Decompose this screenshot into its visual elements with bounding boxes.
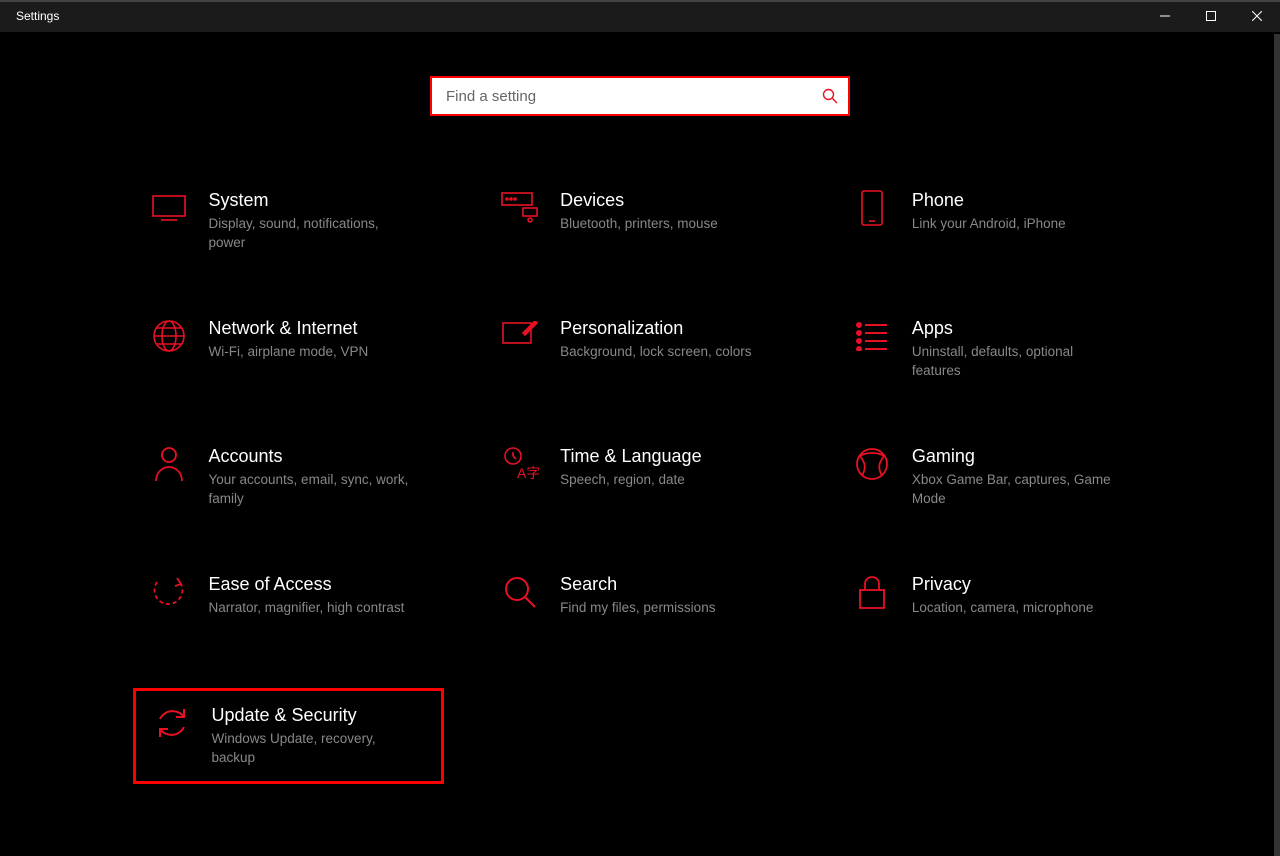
phone-icon xyxy=(848,184,896,232)
tile-title: Network & Internet xyxy=(209,318,433,339)
minimize-icon xyxy=(1160,11,1170,21)
close-button[interactable] xyxy=(1234,0,1280,32)
settings-grid: System Display, sound, notifications, po… xyxy=(133,176,1148,784)
system-icon xyxy=(145,184,193,232)
tile-title: Ease of Access xyxy=(209,574,433,595)
svg-text:A字: A字 xyxy=(517,465,539,481)
tile-desc: Wi-Fi, airplane mode, VPN xyxy=(209,343,409,362)
tile-desc: Your accounts, email, sync, work, family xyxy=(209,471,409,509)
search-input[interactable] xyxy=(432,78,812,114)
tile-title: Phone xyxy=(912,190,1136,211)
apps-icon xyxy=(848,312,896,360)
tile-desc: Speech, region, date xyxy=(560,471,760,490)
search-icon xyxy=(812,88,848,104)
tile-desc: Find my files, permissions xyxy=(560,599,760,618)
tile-desc: Background, lock screen, colors xyxy=(560,343,760,362)
tile-desc: Windows Update, recovery, backup xyxy=(212,730,412,768)
search-category-icon xyxy=(496,568,544,616)
update-icon xyxy=(148,699,196,747)
search-box[interactable] xyxy=(430,76,850,116)
tile-desc: Link your Android, iPhone xyxy=(912,215,1112,234)
tile-title: Accounts xyxy=(209,446,433,467)
tile-search[interactable]: Search Find my files, permissions xyxy=(484,560,796,656)
tile-desc: Uninstall, defaults, optional features xyxy=(912,343,1112,381)
globe-icon xyxy=(145,312,193,360)
tile-desc: Location, camera, microphone xyxy=(912,599,1112,618)
tile-personalization[interactable]: Personalization Background, lock screen,… xyxy=(484,304,796,400)
ease-of-access-icon xyxy=(145,568,193,616)
window-title: Settings xyxy=(0,9,59,23)
maximize-icon xyxy=(1206,11,1216,21)
tile-desc: Bluetooth, printers, mouse xyxy=(560,215,760,234)
tile-ease-of-access[interactable]: Ease of Access Narrator, magnifier, high… xyxy=(133,560,445,656)
tile-gaming[interactable]: Gaming Xbox Game Bar, captures, Game Mod… xyxy=(836,432,1148,528)
titlebar-topstrip xyxy=(0,0,1280,2)
tile-title: Personalization xyxy=(560,318,784,339)
tile-title: Time & Language xyxy=(560,446,784,467)
personalization-icon xyxy=(496,312,544,360)
tile-title: System xyxy=(209,190,433,211)
titlebar: Settings xyxy=(0,0,1280,32)
tile-accounts[interactable]: Accounts Your accounts, email, sync, wor… xyxy=(133,432,445,528)
gaming-icon xyxy=(848,440,896,488)
maximize-button[interactable] xyxy=(1188,0,1234,32)
tile-phone[interactable]: Phone Link your Android, iPhone xyxy=(836,176,1148,272)
accounts-icon xyxy=(145,440,193,488)
tile-desc: Display, sound, notifications, power xyxy=(209,215,409,253)
tile-apps[interactable]: Apps Uninstall, defaults, optional featu… xyxy=(836,304,1148,400)
devices-icon xyxy=(496,184,544,232)
tile-privacy[interactable]: Privacy Location, camera, microphone xyxy=(836,560,1148,656)
tile-title: Apps xyxy=(912,318,1136,339)
content-area: System Display, sound, notifications, po… xyxy=(0,32,1280,856)
scrollbar[interactable] xyxy=(1274,34,1280,856)
tile-title: Search xyxy=(560,574,784,595)
minimize-button[interactable] xyxy=(1142,0,1188,32)
tile-title: Devices xyxy=(560,190,784,211)
tile-system[interactable]: System Display, sound, notifications, po… xyxy=(133,176,445,272)
tile-devices[interactable]: Devices Bluetooth, printers, mouse xyxy=(484,176,796,272)
close-icon xyxy=(1252,11,1262,21)
tile-network[interactable]: Network & Internet Wi-Fi, airplane mode,… xyxy=(133,304,445,400)
tile-desc: Xbox Game Bar, captures, Game Mode xyxy=(912,471,1112,509)
tile-title: Privacy xyxy=(912,574,1136,595)
time-language-icon: A字 xyxy=(496,440,544,488)
tile-time-language[interactable]: A字 Time & Language Speech, region, date xyxy=(484,432,796,528)
lock-icon xyxy=(848,568,896,616)
tile-update-security[interactable]: Update & Security Windows Update, recove… xyxy=(133,688,445,784)
tile-title: Gaming xyxy=(912,446,1136,467)
tile-title: Update & Security xyxy=(212,705,430,726)
tile-desc: Narrator, magnifier, high contrast xyxy=(209,599,409,618)
